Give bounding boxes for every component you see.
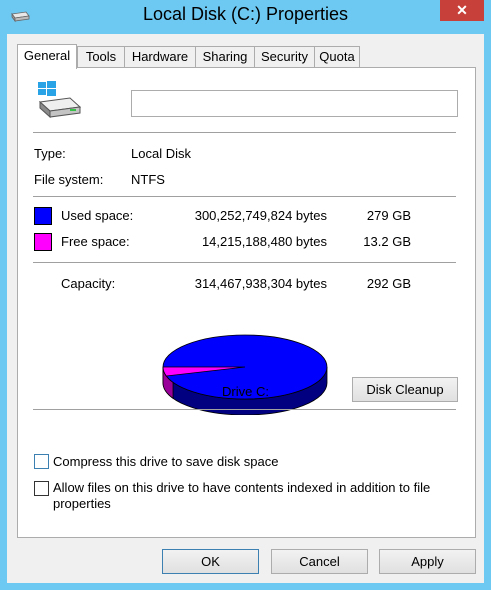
dialog-body: General Tools Hardware Sharing Security … xyxy=(7,34,484,583)
tab-quota[interactable]: Quota xyxy=(314,46,360,67)
free-space-bytes: 14,215,188,480 bytes xyxy=(201,234,327,249)
free-space-size: 13.2 GB xyxy=(363,234,411,249)
cancel-button[interactable]: Cancel xyxy=(271,549,368,574)
close-icon: ✕ xyxy=(456,2,468,18)
capacity-label: Capacity: xyxy=(61,276,116,291)
close-button[interactable]: ✕ xyxy=(440,0,484,21)
disk-usage-pie-chart xyxy=(162,334,328,415)
separator xyxy=(33,132,456,133)
window-title: Local Disk (C:) Properties xyxy=(142,4,349,24)
index-label-line1[interactable]: Allow files on this drive to have conten… xyxy=(53,480,430,495)
tab-general[interactable]: General xyxy=(17,44,77,69)
capacity-size: 292 GB xyxy=(366,276,411,291)
drive-label-input[interactable] xyxy=(131,90,458,117)
used-space-label: Used space: xyxy=(61,208,134,223)
separator xyxy=(33,409,456,410)
type-value: Local Disk xyxy=(131,146,191,161)
separator xyxy=(33,196,456,197)
general-panel: Type: Local Disk File system: NTFS Used … xyxy=(17,67,476,538)
compress-checkbox[interactable] xyxy=(34,454,49,469)
local-disk-icon xyxy=(38,81,82,119)
capacity-bytes: 314,467,938,304 bytes xyxy=(194,276,327,291)
title-bar[interactable]: Local Disk (C:) Properties ✕ xyxy=(0,0,491,34)
tab-security[interactable]: Security xyxy=(254,46,315,67)
disk-cleanup-button[interactable]: Disk Cleanup xyxy=(352,377,458,402)
tab-sharing[interactable]: Sharing xyxy=(195,46,255,67)
drive-label: Drive C: xyxy=(222,384,269,399)
compress-label[interactable]: Compress this drive to save disk space xyxy=(53,454,278,469)
index-checkbox[interactable] xyxy=(34,481,49,496)
free-space-swatch xyxy=(34,233,52,251)
used-space-size: 279 GB xyxy=(366,208,411,223)
type-label: Type: xyxy=(34,146,66,161)
tab-tools[interactable]: Tools xyxy=(77,46,125,67)
properties-window: Local Disk (C:) Properties ✕ General Too… xyxy=(0,0,491,590)
tab-hardware[interactable]: Hardware xyxy=(124,46,196,67)
file-system-value: NTFS xyxy=(131,172,165,187)
apply-button[interactable]: Apply xyxy=(379,549,476,574)
index-label-line2[interactable]: properties xyxy=(53,496,111,511)
free-space-label: Free space: xyxy=(61,234,130,249)
ok-button[interactable]: OK xyxy=(162,549,259,574)
separator xyxy=(33,262,456,263)
file-system-label: File system: xyxy=(34,172,104,187)
used-space-swatch xyxy=(34,207,52,225)
used-space-bytes: 300,252,749,824 bytes xyxy=(194,208,327,223)
